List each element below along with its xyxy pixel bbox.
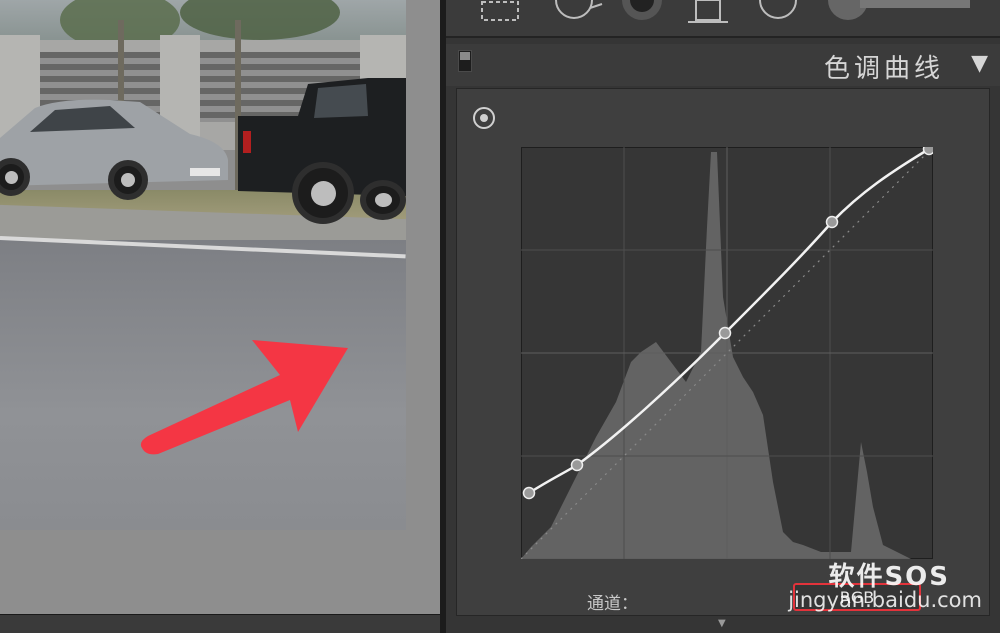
chevron-down-icon[interactable]: ▼ [971,51,988,76]
graduated-filter-icon[interactable] [686,0,730,30]
develop-panel: 色调曲线 ▼ 通道： RGB 软件SOS jingyan.baidu.com ▼ [446,0,1000,633]
panel-switch-toggle[interactable] [458,50,472,72]
tone-curve-panel: 通道： RGB [456,88,990,616]
target-adjustment-icon[interactable] [473,107,495,129]
curve-point [825,215,839,229]
red-annotation-arrow [140,340,348,455]
crop-icon[interactable] [476,0,524,30]
spot-removal-icon[interactable] [546,0,606,30]
curve-point [718,326,732,340]
brush-icon[interactable] [824,0,974,30]
curve-point [922,147,933,156]
panel-title: 色调曲线 [823,54,944,84]
radial-filter-icon[interactable] [754,0,802,30]
filmstrip-bar [0,614,440,633]
tool-strip [446,0,1000,38]
channel-label: 通道： [587,594,638,614]
curve-point [570,458,584,472]
red-eye-icon[interactable] [618,0,666,30]
tone-curve-header[interactable]: 色调曲线 ▼ [446,44,1000,86]
chevron-down-small-icon[interactable]: ▼ [718,618,726,629]
photo-preview-area [0,0,440,633]
photo-image [0,0,406,530]
watermark-url: jingyan.baidu.com [788,588,982,612]
curve-point [522,486,536,500]
tone-curve-graph[interactable] [521,147,933,559]
